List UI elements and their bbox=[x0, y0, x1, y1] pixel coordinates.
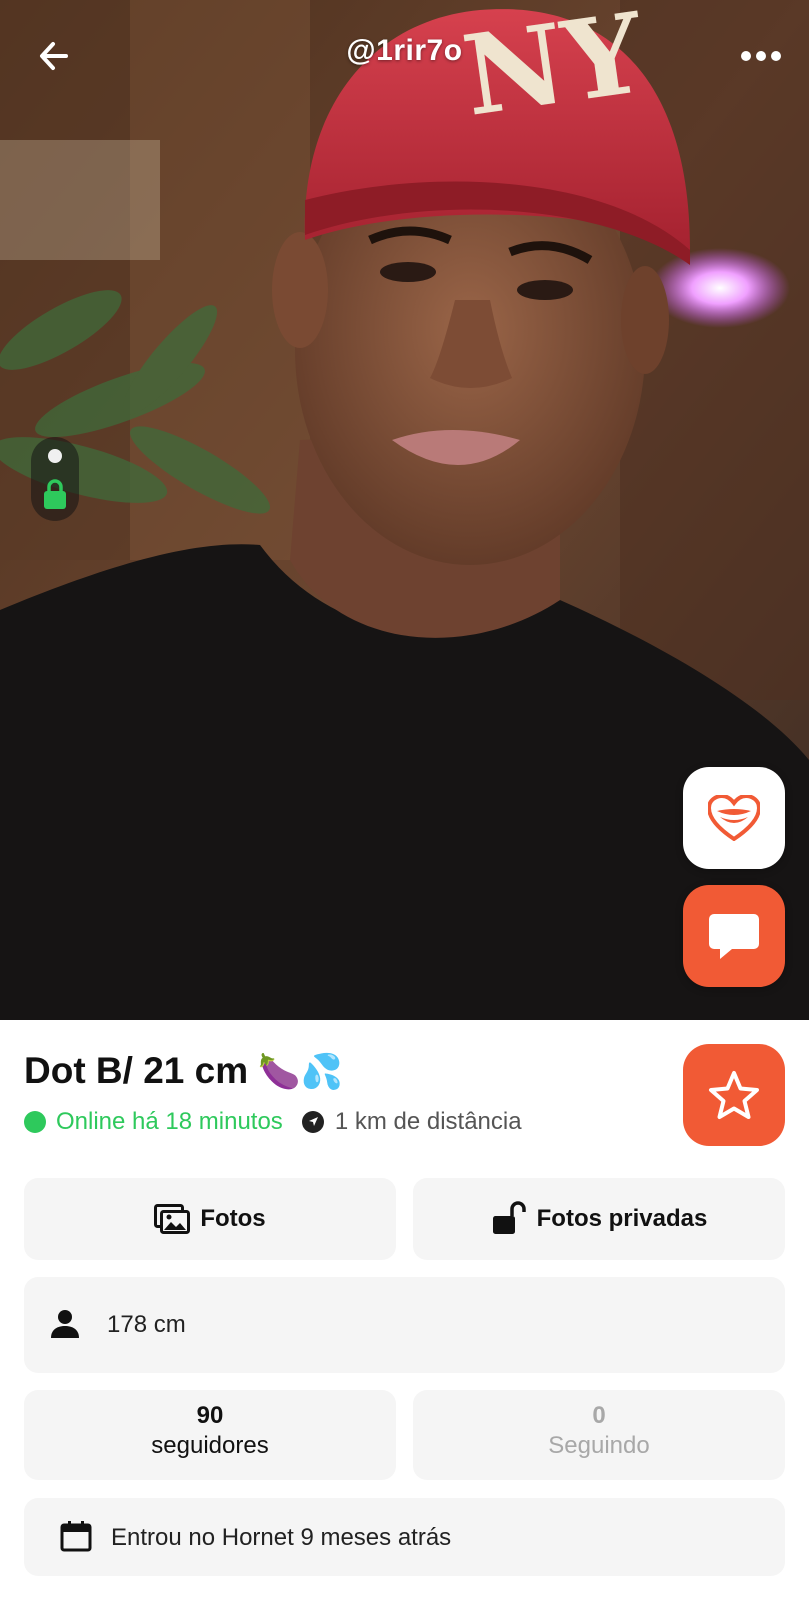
profile-info: Dot B/ 21 cm 🍆💦 Online há 18 minutos 1 k… bbox=[0, 1020, 809, 1600]
height-card: 178 cm bbox=[24, 1277, 785, 1373]
chat-button[interactable] bbox=[683, 885, 785, 987]
arrow-left-icon bbox=[40, 42, 68, 70]
photos-icon bbox=[154, 1204, 191, 1234]
unlock-icon bbox=[491, 1201, 527, 1237]
following-label: Seguindo bbox=[548, 1432, 650, 1459]
more-options-button[interactable] bbox=[735, 30, 787, 82]
followers-card[interactable]: 90 seguidores bbox=[24, 1390, 396, 1480]
profile-name-text: Dot B/ 21 cm bbox=[24, 1050, 249, 1091]
status-row: Online há 18 minutos 1 km de distância bbox=[24, 1108, 522, 1136]
photos-button-label: Fotos bbox=[200, 1205, 266, 1232]
chat-bubble-icon bbox=[709, 914, 759, 959]
profile-photo-image: NY bbox=[0, 0, 809, 1020]
followers-label: seguidores bbox=[151, 1432, 269, 1459]
profile-photo[interactable]: NY @1rir7o bbox=[0, 0, 809, 1020]
like-button[interactable] bbox=[683, 767, 785, 869]
distance-text: 1 km de distância bbox=[334, 1108, 522, 1135]
profile-screen: NY @1rir7o Dot B/ 21 cm 🍆💦 Online há 18 … bbox=[0, 0, 809, 1600]
calendar-icon bbox=[60, 1521, 92, 1552]
star-icon bbox=[709, 1071, 759, 1119]
online-status-dot bbox=[24, 1111, 46, 1133]
more-horizontal-icon bbox=[741, 51, 781, 61]
following-card[interactable]: 0 Seguindo bbox=[413, 1390, 785, 1480]
svg-text:NY: NY bbox=[456, 0, 653, 141]
profile-name: Dot B/ 21 cm 🍆💦 bbox=[24, 1050, 343, 1092]
private-photos-button[interactable]: Fotos privadas bbox=[413, 1178, 785, 1260]
photos-button[interactable]: Fotos bbox=[24, 1178, 396, 1260]
following-count: 0 bbox=[592, 1402, 606, 1429]
photo-pager[interactable] bbox=[31, 437, 79, 521]
person-icon bbox=[51, 1310, 79, 1338]
back-button[interactable] bbox=[28, 30, 80, 82]
dot-icon[interactable] bbox=[48, 449, 62, 463]
joined-card: Entrou no Hornet 9 meses atrás bbox=[24, 1498, 785, 1576]
private-photos-button-label: Fotos privadas bbox=[536, 1205, 708, 1232]
username-title: @1rir7o bbox=[346, 34, 463, 67]
profile-name-emoji: 🍆💦 bbox=[258, 1053, 344, 1091]
lock-icon[interactable] bbox=[43, 477, 67, 511]
heart-lips-icon bbox=[708, 795, 760, 841]
followers-count: 90 bbox=[196, 1402, 224, 1429]
height-value: 178 cm bbox=[107, 1311, 186, 1338]
favorite-button[interactable] bbox=[683, 1044, 785, 1146]
joined-text: Entrou no Hornet 9 meses atrás bbox=[111, 1524, 452, 1551]
location-arrow-icon bbox=[301, 1110, 325, 1134]
online-status-text: Online há 18 minutos bbox=[56, 1108, 283, 1135]
